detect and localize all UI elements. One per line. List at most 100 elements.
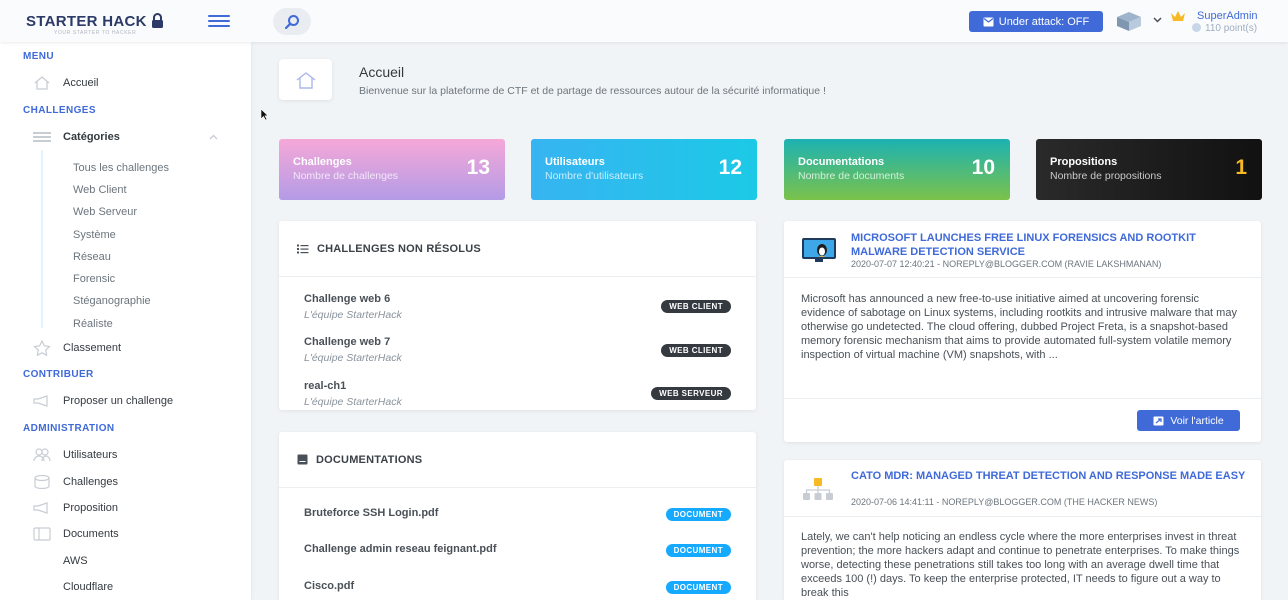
category-badge: WEB CLIENT: [661, 344, 731, 357]
sidebar-heading-menu: MENU: [23, 51, 55, 62]
page-title: Accueil: [359, 64, 405, 80]
stat-sub: Nombre de documents: [798, 170, 905, 182]
news-excerpt: Microsoft has announced a new free-to-us…: [801, 293, 1237, 361]
sidebar-item-challenges[interactable]: Challenges: [33, 472, 233, 492]
network-icon: [803, 478, 833, 500]
sidebar-item-aws[interactable]: AWS: [63, 555, 88, 567]
menu-toggle-icon[interactable]: [208, 15, 230, 27]
sidebar-sub-realiste[interactable]: Réaliste: [73, 318, 113, 330]
list-icon: [33, 132, 51, 142]
sidebar-sub-systeme[interactable]: Système: [73, 229, 116, 241]
users-icon: [33, 448, 51, 462]
book-icon: [297, 454, 308, 465]
crown-icon: [1171, 11, 1185, 21]
category-badge: WEB CLIENT: [661, 300, 731, 313]
linux-monitor-icon: [802, 238, 836, 262]
view-article-label: Voir l'article: [1170, 414, 1224, 427]
sidebar-item-accueil[interactable]: Accueil: [33, 73, 233, 93]
sidebar-sub-reseau[interactable]: Réseau: [73, 251, 111, 263]
sidebar-sub-steganographie[interactable]: Stéganographie: [73, 295, 151, 307]
divider: [784, 516, 1261, 517]
under-attack-button[interactable]: Under attack: OFF: [969, 11, 1103, 32]
user-points-value: 110 point(s): [1205, 23, 1258, 34]
search-icon: [284, 14, 299, 29]
card-title: CHALLENGES NON RÉSOLUS: [317, 242, 481, 255]
stat-label: Utilisateurs: [545, 156, 605, 168]
sidebar-heading-administration: ADMINISTRATION: [23, 423, 115, 434]
sidebar-heading-challenges: CHALLENGES: [23, 105, 96, 116]
sidebar-item-proposer[interactable]: Proposer un challenge: [33, 391, 233, 411]
coin-icon: [1192, 23, 1201, 32]
under-attack-label: Under attack: OFF: [998, 15, 1090, 28]
page-title-icon: [279, 59, 332, 100]
database-icon: [34, 475, 50, 489]
sidebar-heading-contribuer: CONTRIBUER: [23, 369, 94, 380]
megaphone-icon: [33, 502, 48, 514]
stat-card-documentations: Documentations Nombre de documents 10: [784, 139, 1010, 200]
stat-value: 13: [466, 156, 490, 179]
sidebar-item-proposition[interactable]: Proposition: [33, 498, 233, 518]
sidebar-sub-web-serveur[interactable]: Web Serveur: [73, 206, 137, 218]
stat-sub: Nombre de propositions: [1050, 170, 1162, 182]
news-meta: 2020-07-06 14:41:11 - NOREPLY@BLOGGER.CO…: [851, 497, 1158, 507]
card-title: DOCUMENTATIONS: [316, 453, 423, 466]
category-badge: WEB SERVEUR: [651, 387, 731, 400]
sidebar-item-cloudflare[interactable]: Cloudflare: [63, 581, 113, 593]
user-avatar-icon[interactable]: [1115, 11, 1143, 32]
stat-sub: Nombre de challenges: [293, 170, 399, 182]
chevron-down-icon[interactable]: [1153, 17, 1162, 23]
stat-label: Challenges: [293, 156, 352, 168]
stat-label: Propositions: [1050, 156, 1118, 168]
cursor-icon: [260, 108, 269, 121]
search-button[interactable]: [273, 8, 311, 35]
sidebar-item-label: Documents: [63, 528, 119, 540]
sidebar-sub-all[interactable]: Tous les challenges: [73, 162, 169, 174]
news-card: MICROSOFT LAUNCHES FREE LINUX FORENSICS …: [784, 221, 1261, 442]
sidebar-item-utilisateurs[interactable]: Utilisateurs: [33, 445, 233, 465]
unsolved-challenges-card: CHALLENGES NON RÉSOLUS Challenge web 6 L…: [279, 221, 756, 410]
tasks-icon: [297, 244, 309, 253]
stat-card-propositions: Propositions Nombre de propositions 1: [1036, 139, 1262, 200]
home-icon: [34, 76, 50, 90]
news-excerpt: Lately, we can't help noticing an endles…: [801, 531, 1240, 599]
list-item[interactable]: Bruteforce SSH Login.pdf DOCUMENT: [304, 507, 731, 521]
list-item[interactable]: real-ch1 L'équipe StarterHack WEB SERVEU…: [304, 380, 731, 408]
documentations-card: DOCUMENTATIONS Bruteforce SSH Login.pdf …: [279, 432, 756, 600]
logo-text: STARTER HACK: [26, 13, 147, 30]
news-title[interactable]: CATO MDR: MANAGED THREAT DETECTION AND R…: [851, 469, 1251, 483]
list-item[interactable]: Cisco.pdf DOCUMENT: [304, 580, 731, 594]
stat-card-challenges: Challenges Nombre de challenges 13: [279, 139, 505, 200]
list-item[interactable]: Challenge web 6 L'équipe StarterHack WEB…: [304, 293, 731, 321]
user-points: 110 point(s): [1192, 23, 1257, 34]
list-item[interactable]: Challenge admin reseau feignant.pdf DOCU…: [304, 543, 731, 557]
stat-value: 12: [718, 156, 742, 179]
top-bar: STARTER HACK YOUR STARTER TO HACKER Unde…: [0, 0, 1288, 42]
user-name[interactable]: SuperAdmin: [1197, 10, 1258, 22]
sidebar-item-label: Utilisateurs: [63, 449, 118, 461]
submenu-line: [41, 150, 43, 328]
sidebar-item-categories[interactable]: Catégories: [33, 127, 223, 147]
sidebar-item-label: Proposition: [63, 502, 119, 514]
news-meta: 2020-07-07 12:40:21 - NOREPLY@BLOGGER.CO…: [851, 259, 1162, 269]
external-link-icon: [1153, 416, 1164, 425]
document-badge: DOCUMENT: [665, 544, 731, 557]
lock-icon: [151, 13, 163, 28]
sidebar-item-label: Accueil: [63, 77, 99, 89]
star-icon: [33, 340, 51, 356]
app-logo[interactable]: STARTER HACK: [26, 13, 164, 30]
sidebar-item-label: Challenges: [63, 476, 119, 488]
envelope-icon: [983, 17, 994, 26]
sidebar-item-documents[interactable]: Documents: [33, 524, 233, 544]
list-item[interactable]: Challenge web 7 L'équipe StarterHack WEB…: [304, 336, 731, 364]
sidebar-item-classement[interactable]: Classement: [33, 338, 233, 358]
logo-tagline: YOUR STARTER TO HACKER: [54, 30, 137, 36]
home-icon: [296, 71, 315, 89]
view-article-button[interactable]: Voir l'article: [1137, 410, 1240, 431]
news-title[interactable]: MICROSOFT LAUNCHES FREE LINUX FORENSICS …: [851, 231, 1251, 259]
card-header: CHALLENGES NON RÉSOLUS: [279, 221, 756, 277]
stat-value: 10: [971, 156, 995, 179]
sidebar-sub-web-client[interactable]: Web Client: [73, 184, 127, 196]
sidebar: MENU Accueil CHALLENGES Catégories Tous …: [0, 42, 251, 600]
chevron-up-icon[interactable]: [209, 134, 218, 140]
sidebar-sub-forensic[interactable]: Forensic: [73, 273, 115, 285]
